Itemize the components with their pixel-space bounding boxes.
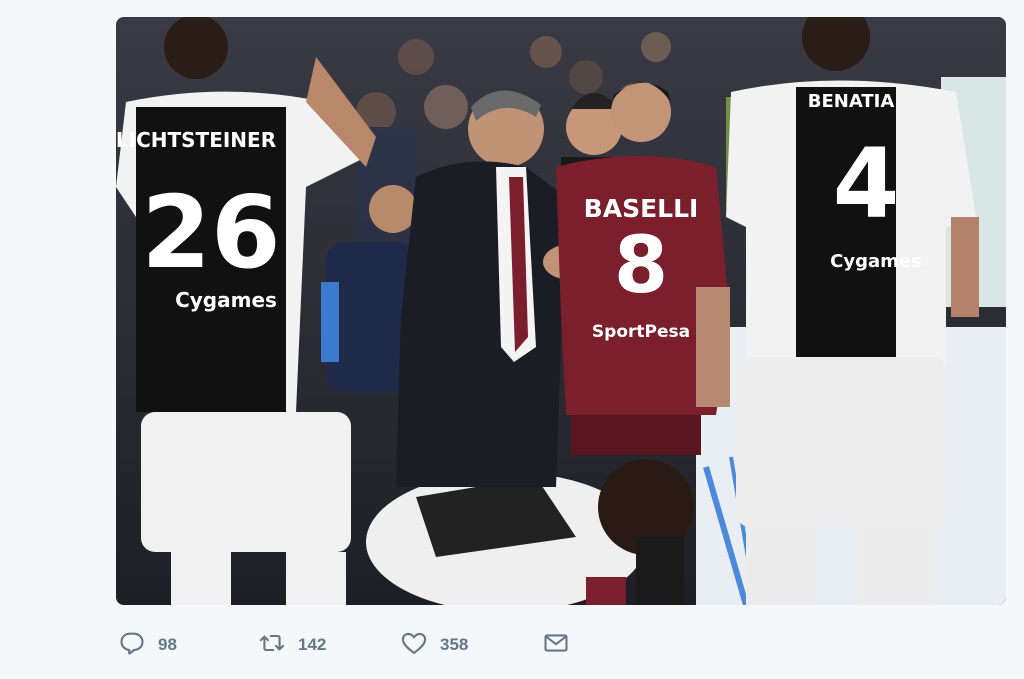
baselli-sponsor: SportPesa <box>592 322 690 342</box>
retweet-button[interactable]: 142 <box>258 629 400 662</box>
lichtsteiner-name: LICHTSTEINER <box>116 128 276 152</box>
baselli-name: BASELLI <box>584 194 699 223</box>
envelope-icon <box>542 629 570 662</box>
benatia-number: 4 <box>833 128 900 240</box>
retweet-icon <box>258 629 286 662</box>
heart-icon <box>400 629 428 662</box>
lichtsteiner-sponsor: Cygames <box>175 288 277 312</box>
benatia-sponsor: Cygames <box>830 251 922 272</box>
baselli-number: 8 <box>614 221 668 311</box>
direct-message-button[interactable] <box>542 629 570 662</box>
retweet-count: 142 <box>298 635 327 654</box>
tweet-photo[interactable]: BASELLI 8 SportPesa LICHTSTEINER 26 Cyga… <box>116 17 1006 605</box>
reply-count: 98 <box>158 635 177 654</box>
benatia-name: BENATIA <box>808 91 895 112</box>
tweet-actions: 98 142 358 <box>118 628 570 662</box>
player-benatia: BENATIA 4 Cygames <box>726 17 979 605</box>
reply-button[interactable]: 98 <box>118 629 258 662</box>
tweet-card: BASELLI 8 SportPesa LICHTSTEINER 26 Cyga… <box>0 0 1024 679</box>
like-button[interactable]: 358 <box>400 629 542 662</box>
like-count: 358 <box>440 635 469 654</box>
reply-icon <box>118 629 146 662</box>
lichtsteiner-number: 26 <box>141 174 280 291</box>
photo-scene: BASELLI 8 SportPesa LICHTSTEINER 26 Cyga… <box>116 17 1006 605</box>
